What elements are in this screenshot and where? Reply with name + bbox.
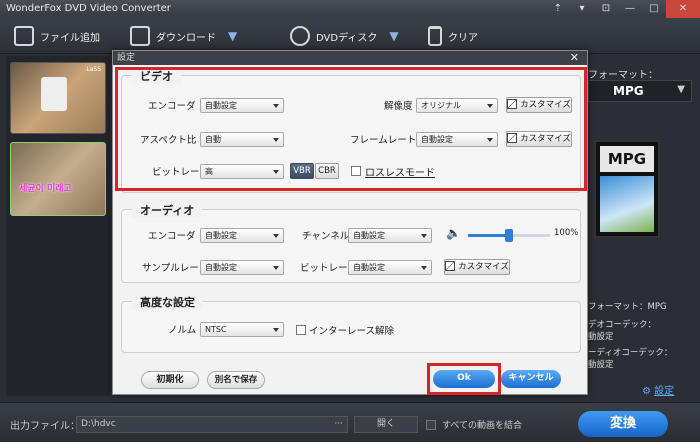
maximize-button[interactable]: □ xyxy=(642,0,666,18)
main-toolbar: ファイル追加 ダウンロード ▼ DVDディスク ▼ クリア xyxy=(0,18,700,54)
channel-select[interactable]: 自動設定 xyxy=(348,228,432,243)
upload-icon[interactable]: ⇡ xyxy=(546,0,570,18)
video-thumbnail[interactable]: LaSS xyxy=(10,62,106,134)
cancel-button[interactable]: キャンセル xyxy=(501,370,561,388)
output-format-label: フォーマット： xyxy=(588,70,658,81)
dvd-disc-button[interactable]: DVDディスク ▼ xyxy=(290,18,399,54)
volume-icon: 🔈 xyxy=(446,226,461,240)
dvd-disc-label: DVDディスク xyxy=(316,32,378,44)
volume-slider-fill xyxy=(468,234,509,237)
thumbnail-watermark: LaSS xyxy=(86,66,101,73)
audio-encoder-label: エンコーダ xyxy=(148,231,196,242)
ok-button[interactable]: Ok xyxy=(433,370,495,388)
format-dropdown[interactable]: MPG ▼ xyxy=(588,80,692,102)
audio-bitrate-select[interactable]: 自動設定 xyxy=(348,260,432,275)
thumbnail-hands xyxy=(41,77,67,111)
deinterlace-checkbox[interactable] xyxy=(296,325,306,335)
close-icon[interactable]: ✕ xyxy=(570,51,579,65)
format-card: MPG xyxy=(594,140,660,238)
add-file-label: ファイル追加 xyxy=(40,32,100,44)
volume-slider[interactable] xyxy=(468,229,550,242)
download-label: ダウンロード xyxy=(156,32,216,44)
clear-button[interactable]: クリア xyxy=(428,18,478,54)
add-file-button[interactable]: ファイル追加 xyxy=(14,18,100,54)
video-highlight-frame xyxy=(115,67,587,191)
norm-select[interactable]: NTSC xyxy=(200,322,284,337)
dvd-icon xyxy=(290,26,310,46)
minimize-button[interactable]: — xyxy=(618,0,642,18)
settings-link[interactable]: ⚙ 設定 xyxy=(642,382,674,397)
advanced-heading: 高度な設定 xyxy=(132,294,203,310)
info-audio-codec-value: 動設定 xyxy=(588,360,614,370)
sample-rate-label: サンプルレート xyxy=(142,263,209,274)
browse-button[interactable]: ··· xyxy=(334,417,343,432)
settings-dialog: 設定 ✕ ビデオ エンコーダ 自動設定 解像度 オリジナル カスタマイズ アスペ… xyxy=(112,50,588,395)
chevron-down-icon[interactable]: ▼ xyxy=(228,29,237,43)
edit-icon xyxy=(445,261,456,271)
clear-label: クリア xyxy=(448,32,478,44)
audio-heading: オーディオ xyxy=(132,202,203,218)
info-audio-codec-label: ーディオコーデック： xyxy=(588,348,673,358)
norm-label: ノルム xyxy=(168,325,197,336)
window-title: WonderFox DVD Video Converter xyxy=(6,3,171,14)
channel-label: チャンネル xyxy=(302,231,350,242)
advanced-settings-group: 高度な設定 ノルム NTSC インターレース解除 xyxy=(121,294,581,353)
download-icon xyxy=(130,26,150,46)
info-video-codec-label: デオコーデック： xyxy=(588,320,657,330)
output-path-value: D:\hdvc xyxy=(81,419,116,429)
volume-slider-thumb[interactable] xyxy=(505,229,513,242)
deinterlace-label: インターレース解除 xyxy=(309,326,395,337)
video-thumbnail-selected[interactable]: 세균이 미래고 xyxy=(10,142,106,216)
dialog-titlebar: 設定 ✕ xyxy=(113,51,587,65)
output-format-panel: フォーマット： MPG ▼ MPG フォーマット：MPG デオコーデック： 動設… xyxy=(588,56,700,398)
format-card-image xyxy=(600,176,654,232)
window-controls: ⇡ ▾ ⊡ — □ ✕ xyxy=(546,0,700,18)
convert-button[interactable]: 変換 xyxy=(578,411,668,437)
output-path-field[interactable]: D:\hdvc ··· xyxy=(76,416,348,433)
trash-icon xyxy=(428,26,442,46)
thumbnail-caption: 세균이 미래고 xyxy=(19,184,72,194)
bottom-bar: 出力ファイル： D:\hdvc ··· 開く すべての動画を結合 変換 xyxy=(0,402,700,442)
dialog-title: 設定 xyxy=(117,53,136,63)
volume-value: 100% xyxy=(554,228,579,238)
merge-label: すべての動画を結合 xyxy=(442,421,523,431)
info-format: フォーマット：MPG xyxy=(588,302,667,312)
audio-encoder-select[interactable]: 自動設定 xyxy=(200,228,284,243)
format-card-label: MPG xyxy=(600,146,654,172)
download-button[interactable]: ダウンロード ▼ xyxy=(130,18,237,54)
file-list: LaSS 세균이 미래고 xyxy=(6,56,110,396)
output-folder-label: 出力ファイル： xyxy=(10,421,80,432)
open-folder-button[interactable]: 開く xyxy=(354,416,418,433)
format-selected: MPG xyxy=(613,84,644,98)
gear-icon: ⚙ xyxy=(642,386,651,397)
sample-rate-select[interactable]: 自動設定 xyxy=(200,260,284,275)
message-icon[interactable]: ⊡ xyxy=(594,0,618,18)
merge-checkbox[interactable] xyxy=(426,420,436,430)
audio-settings-group: オーディオ エンコーダ 自動設定 チャンネル 自動設定 🔈 100% サンプルレ… xyxy=(121,202,581,283)
info-video-codec-value: 動設定 xyxy=(588,332,614,342)
dropdown-icon[interactable]: ▾ xyxy=(570,0,594,18)
window-titlebar: WonderFox DVD Video Converter ⇡ ▾ ⊡ — □ … xyxy=(0,0,700,18)
save-as-button[interactable]: 別名で保存 xyxy=(207,371,265,389)
close-window-button[interactable]: ✕ xyxy=(666,0,700,18)
chevron-down-icon[interactable]: ▼ xyxy=(389,29,398,43)
audio-customize-button[interactable]: カスタマイズ xyxy=(444,259,510,275)
reset-button[interactable]: 初期化 xyxy=(141,371,199,389)
chevron-down-icon: ▼ xyxy=(677,84,685,95)
add-file-icon xyxy=(14,26,34,46)
